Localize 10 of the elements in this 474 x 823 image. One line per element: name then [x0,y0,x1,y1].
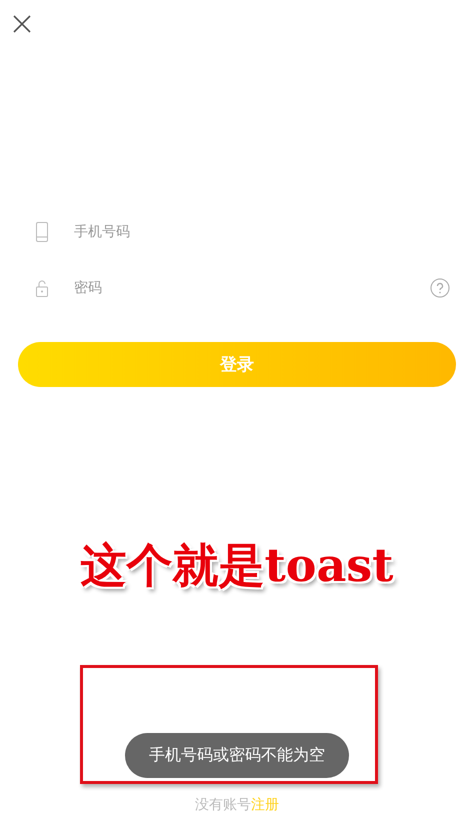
toast-message: 手机号码或密码不能为空 [125,733,349,778]
signup-prompt: 没有账号 [195,796,251,814]
annotation-caption: 这个就是toast [80,537,394,594]
login-button[interactable]: 登录 [18,342,456,387]
phone-field[interactable]: 手机号码 [72,223,450,241]
close-icon [12,14,32,34]
register-link[interactable]: 注册 [251,796,279,814]
password-field[interactable]: 密码 [72,279,430,297]
lock-icon [36,279,48,297]
phone-icon [36,222,48,242]
